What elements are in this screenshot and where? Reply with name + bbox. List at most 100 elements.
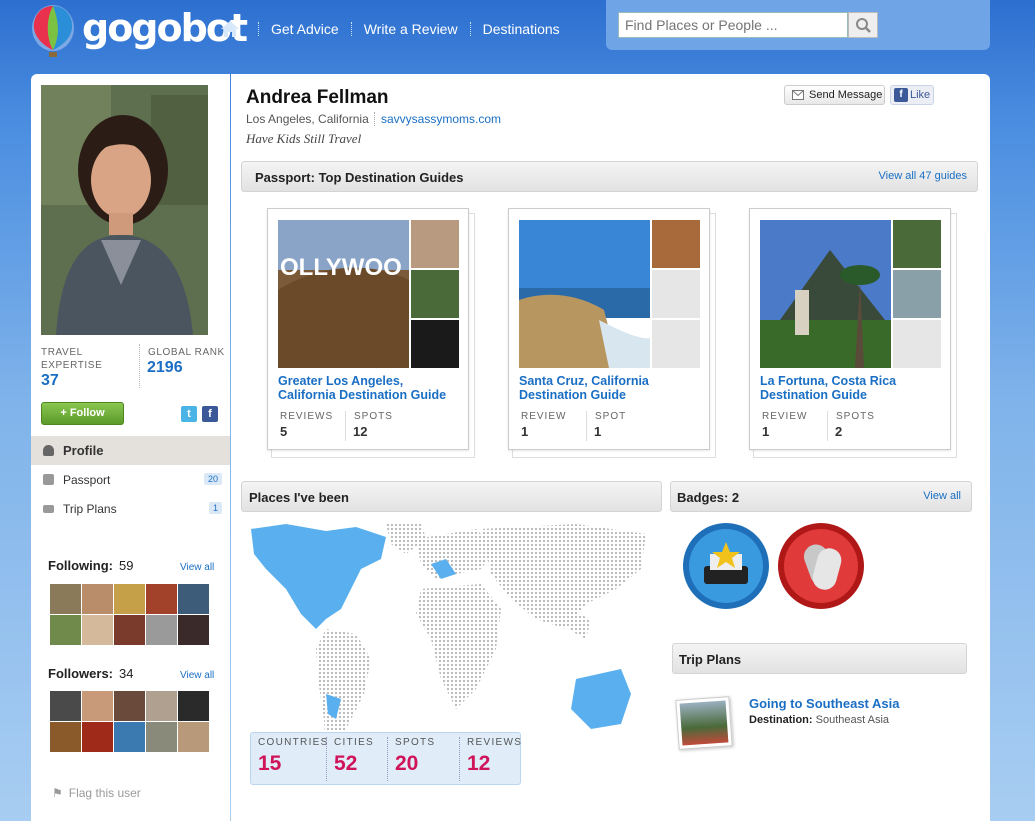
places-title: Places I've been (249, 490, 349, 505)
guide-title[interactable]: Greater Los Angeles, California Destinat… (278, 374, 463, 402)
nav-write-review[interactable]: Write a Review (364, 21, 458, 37)
writer-badge-icon[interactable] (682, 522, 770, 610)
guide-title[interactable]: Santa Cruz, California Destination Guide (519, 374, 704, 402)
spots-count: 12 (353, 424, 368, 439)
avatar[interactable] (114, 691, 145, 721)
dog-tag-badge-icon[interactable] (777, 522, 865, 610)
passport-count-badge: 20 (203, 473, 222, 485)
guide-title[interactable]: La Fortuna, Costa Rica Destination Guide (760, 374, 945, 402)
flag-user-link[interactable]: ⚑ Flag this user (52, 786, 141, 800)
followers-view-all-link[interactable]: View all (180, 670, 214, 681)
avatar[interactable] (178, 722, 209, 752)
profile-menu: Profile Passport 20 Trip Plans 1 (31, 436, 230, 523)
search-input[interactable] (618, 12, 848, 38)
avatar[interactable] (82, 615, 113, 645)
spots-count: 20 (395, 752, 419, 775)
trip-plans-title: Trip Plans (679, 652, 742, 667)
guide-card-la-fortuna[interactable]: La Fortuna, Costa Rica Destination Guide… (749, 208, 957, 458)
hollywood-sign-text: OLLYWOO (280, 254, 402, 281)
avatar[interactable] (178, 615, 209, 645)
guide-thumb-empty (893, 320, 941, 368)
avatar[interactable] (50, 722, 81, 752)
guide-card: OLLYWOO Greater Los Angeles, California … (267, 208, 469, 450)
passport-title: Passport: Top Destination Guides (255, 170, 464, 185)
gogobot-logo[interactable]: gogobot (30, 4, 248, 60)
main-nav: Get Advice Write a Review Destinations (220, 20, 560, 38)
avatar[interactable] (178, 584, 209, 614)
sidebar-item-label: Trip Plans (63, 501, 117, 516)
avatar[interactable] (146, 584, 177, 614)
reviews-label: REVIEWS (467, 737, 523, 748)
guide-thumb (893, 270, 941, 318)
badges-section-header: Badges: 2 View all (670, 481, 972, 512)
flag-label: Flag this user (68, 786, 141, 800)
view-all-guides-link[interactable]: View all 47 guides (879, 170, 967, 182)
spots-label: SPOT (586, 411, 626, 441)
reviews-count: 1 (521, 424, 529, 439)
badges-title: Badges: 2 (677, 490, 740, 505)
badges-view-all-link[interactable]: View all (923, 490, 961, 502)
avatar[interactable] (146, 691, 177, 721)
twitter-icon[interactable]: t (181, 406, 197, 422)
facebook-icon: f (894, 88, 908, 102)
send-message-button[interactable]: Send Message (784, 85, 885, 105)
search-button[interactable] (848, 12, 878, 38)
sidebar-item-label: Profile (63, 443, 104, 458)
profile-website-link[interactable]: savvysassymoms.com (374, 112, 501, 126)
reviews-count: 1 (762, 424, 770, 439)
guide-card: Santa Cruz, California Destination Guide… (508, 208, 710, 450)
sidebar-item-passport[interactable]: Passport 20 (31, 465, 230, 494)
like-label: Like (910, 89, 931, 101)
avatar[interactable] (50, 615, 81, 645)
guide-main-image (519, 220, 650, 368)
envelope-icon (792, 90, 804, 100)
avatar[interactable] (82, 584, 113, 614)
guide-card-los-angeles[interactable]: OLLYWOO Greater Los Angeles, California … (267, 208, 475, 458)
avatar[interactable] (146, 722, 177, 752)
guide-card-santa-cruz[interactable]: Santa Cruz, California Destination Guide… (508, 208, 716, 458)
guide-card: La Fortuna, Costa Rica Destination Guide… (749, 208, 951, 450)
profile-photo (41, 85, 208, 335)
avatar[interactable] (82, 722, 113, 752)
facebook-icon[interactable]: f (202, 406, 218, 422)
avatar[interactable] (114, 615, 145, 645)
avatar[interactable] (82, 691, 113, 721)
reviews-label: REVIEW (762, 411, 808, 422)
cities-stat: CITIES 52 (326, 737, 386, 781)
guide-thumb (411, 320, 459, 368)
sidebar-item-profile[interactable]: Profile (31, 436, 230, 465)
reviews-label: REVIEWS (280, 411, 334, 422)
stat-divider (139, 344, 140, 388)
global-rank-value: 2196 (147, 359, 183, 376)
facebook-like-button[interactable]: f Like (890, 85, 934, 105)
guide-thumb-empty (652, 320, 700, 368)
avatar[interactable] (146, 615, 177, 645)
search-area (606, 0, 990, 50)
avatar[interactable] (50, 584, 81, 614)
send-message-label: Send Message (809, 89, 883, 101)
following-view-all-link[interactable]: View all (180, 562, 214, 573)
sidebar-item-trip-plans[interactable]: Trip Plans 1 (31, 494, 230, 523)
passport-icon (43, 474, 54, 485)
follow-button[interactable]: + Follow (41, 402, 124, 425)
spots-count: 2 (835, 424, 843, 439)
destination-label: Destination: (749, 714, 813, 726)
guide-thumb (652, 220, 700, 268)
following-avatars (50, 584, 209, 645)
avatar[interactable] (114, 584, 145, 614)
trip-plan-destination: Destination: Southeast Asia (749, 714, 889, 726)
avatar[interactable] (114, 722, 145, 752)
nav-get-advice[interactable]: Get Advice (271, 21, 339, 37)
cities-count: 52 (334, 752, 358, 775)
avatar[interactable] (50, 691, 81, 721)
trip-plan-title-link[interactable]: Going to Southeast Asia (749, 696, 899, 711)
trip-plan-image[interactable] (675, 696, 733, 750)
spots-count: 1 (594, 424, 602, 439)
avatar[interactable] (178, 691, 209, 721)
passport-section-header: Passport: Top Destination Guides View al… (241, 161, 978, 192)
nav-destinations[interactable]: Destinations (483, 21, 560, 37)
trip-plans-count-badge: 1 (208, 502, 222, 514)
profile-name: Andrea Fellman (246, 87, 389, 108)
home-icon[interactable] (220, 20, 240, 38)
profile-location: Los Angeles, California (246, 112, 369, 126)
